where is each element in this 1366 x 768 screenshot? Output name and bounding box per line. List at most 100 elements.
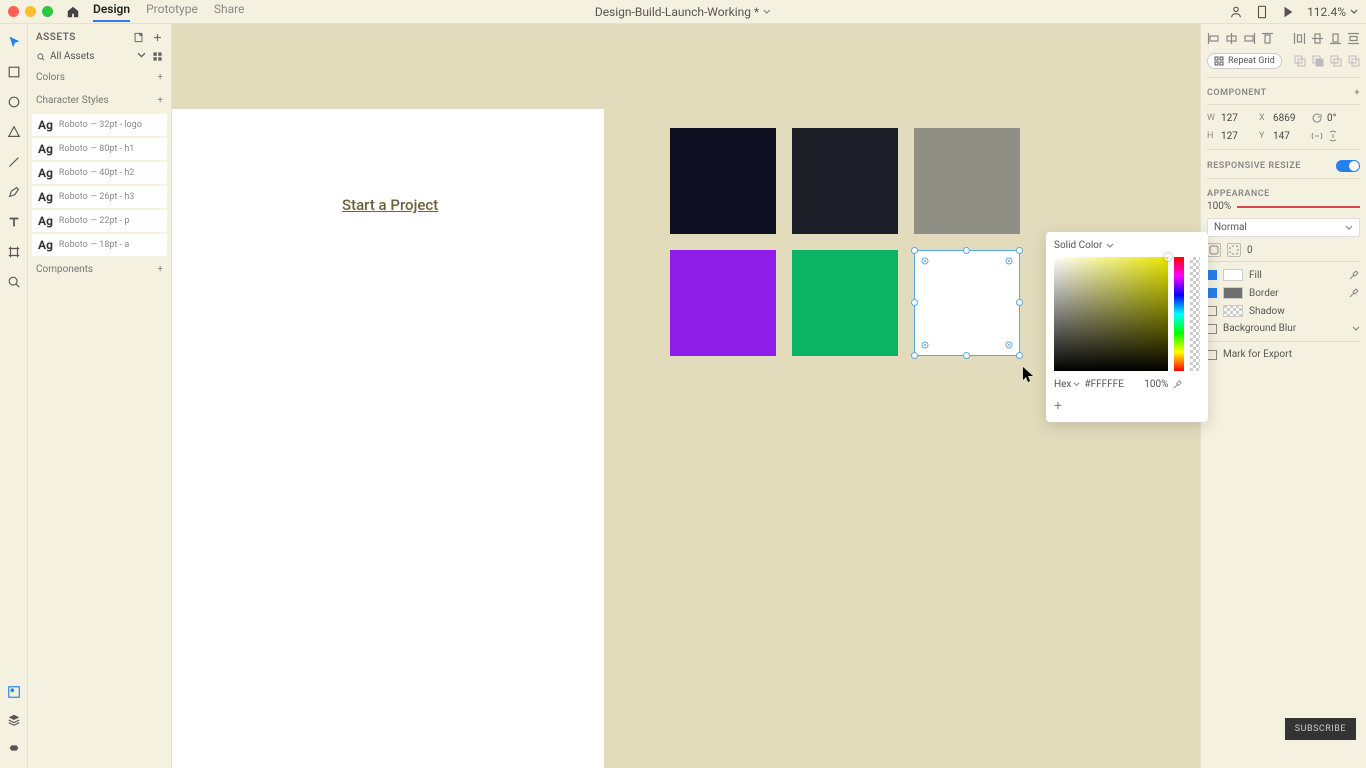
corner-handle-icon[interactable] [921, 341, 929, 349]
rotation-input[interactable]: 0° [1327, 113, 1347, 124]
eyedropper-icon[interactable] [1348, 269, 1360, 281]
alpha-input[interactable] [1138, 379, 1168, 390]
artboard-tool[interactable] [6, 244, 22, 260]
height-input[interactable]: 127 [1221, 131, 1255, 142]
hex-input[interactable] [1084, 379, 1134, 390]
asset-search[interactable] [28, 47, 171, 66]
eyedropper-icon[interactable] [1348, 287, 1360, 299]
add-component-icon[interactable]: + [1355, 88, 1360, 98]
color-picker-mode[interactable]: Solid Color [1054, 240, 1200, 251]
responsive-toggle[interactable] [1336, 160, 1360, 172]
maximize-window[interactable] [42, 6, 53, 17]
shadow-swatch[interactable] [1223, 305, 1243, 317]
pen-tool[interactable] [6, 184, 22, 200]
tab-prototype[interactable]: Prototype [146, 2, 198, 22]
y-input[interactable]: 147 [1273, 131, 1307, 142]
play-icon[interactable] [1281, 5, 1295, 19]
eyedropper-icon[interactable] [1172, 379, 1183, 390]
align-center-h-icon[interactable] [1225, 32, 1238, 45]
border-checkbox[interactable] [1207, 288, 1217, 298]
subtract-icon[interactable] [1312, 55, 1324, 67]
color-picker[interactable]: Solid Color Hex + [1046, 232, 1208, 422]
distribute-h-icon[interactable] [1293, 32, 1306, 45]
corner-radius-input[interactable]: 0 [1247, 245, 1253, 256]
home-icon[interactable] [65, 4, 81, 20]
color-swatch[interactable] [914, 128, 1020, 234]
repeat-grid-button[interactable]: Repeat Grid [1207, 53, 1282, 69]
fill-checkbox[interactable] [1207, 270, 1217, 280]
tab-design[interactable]: Design [93, 2, 130, 22]
selected-rectangle[interactable] [914, 250, 1020, 356]
chevron-down-icon[interactable] [1352, 325, 1360, 333]
ellipse-tool[interactable] [6, 94, 22, 110]
artboard-link-text[interactable]: Start a Project [342, 196, 438, 214]
shadow-checkbox[interactable] [1207, 306, 1217, 316]
grid-view-icon[interactable] [152, 51, 163, 62]
add-color-icon[interactable]: + [157, 72, 163, 83]
color-swatch[interactable] [792, 250, 898, 356]
user-icon[interactable] [1229, 5, 1243, 19]
fill-swatch[interactable] [1223, 269, 1243, 281]
plugins-panel-icon[interactable] [6, 740, 22, 756]
close-window[interactable] [8, 6, 19, 17]
border-swatch[interactable] [1223, 287, 1243, 299]
minimize-window[interactable] [25, 6, 36, 17]
color-swatch[interactable] [670, 250, 776, 356]
hue-slider[interactable] [1174, 257, 1184, 371]
select-tool[interactable] [6, 34, 22, 50]
add-swatch-button[interactable]: + [1054, 398, 1200, 414]
colors-section[interactable]: Colors + [28, 66, 171, 89]
document-title[interactable]: Design-Build-Launch-Working * [595, 5, 771, 19]
corner-handle-icon[interactable] [1005, 341, 1013, 349]
align-right-icon[interactable] [1243, 32, 1256, 45]
char-style-item[interactable]: AgRoboto — 22pt - p [32, 210, 167, 232]
intersect-icon[interactable] [1330, 55, 1342, 67]
char-style-item[interactable]: AgRoboto — 26pt - h3 [32, 186, 167, 208]
distribute-v-icon[interactable] [1347, 32, 1360, 45]
x-input[interactable]: 6869 [1273, 113, 1307, 124]
flip-h-icon[interactable] [1311, 130, 1323, 142]
char-style-item[interactable]: AgRoboto — 80pt - h1 [32, 138, 167, 160]
all-corners-icon[interactable] [1207, 243, 1221, 257]
polygon-tool[interactable] [6, 124, 22, 140]
flip-v-icon[interactable] [1327, 130, 1339, 142]
add-char-style-icon[interactable]: + [157, 95, 163, 106]
subscribe-button[interactable]: SUBSCRIBE [1285, 718, 1356, 740]
align-middle-icon[interactable] [1311, 32, 1324, 45]
device-preview-icon[interactable] [1255, 5, 1269, 19]
rotate-icon[interactable] [1311, 112, 1323, 124]
opacity-slider[interactable] [1237, 206, 1360, 208]
search-input[interactable] [50, 51, 120, 62]
line-tool[interactable] [6, 154, 22, 170]
add-asset-icon[interactable] [152, 32, 163, 43]
alpha-slider[interactable] [1190, 257, 1200, 371]
align-bottom-icon[interactable] [1329, 32, 1342, 45]
components-section[interactable]: Components + [28, 258, 171, 281]
hex-mode-select[interactable]: Hex [1054, 379, 1080, 390]
color-swatch[interactable] [670, 128, 776, 234]
document-assets-icon[interactable] [133, 32, 144, 43]
corner-handle-icon[interactable] [1005, 257, 1013, 265]
char-style-item[interactable]: AgRoboto — 40pt - h2 [32, 162, 167, 184]
blend-mode-select[interactable]: Normal [1207, 218, 1360, 237]
layers-panel-icon[interactable] [6, 712, 22, 728]
align-left-icon[interactable] [1207, 32, 1220, 45]
individual-corners-icon[interactable] [1227, 243, 1241, 257]
zoom-tool[interactable] [6, 274, 22, 290]
rectangle-tool[interactable] [6, 64, 22, 80]
opacity-value[interactable]: 100% [1207, 201, 1231, 212]
chevron-down-icon[interactable] [137, 51, 146, 60]
char-styles-section[interactable]: Character Styles + [28, 89, 171, 112]
corner-handle-icon[interactable] [921, 257, 929, 265]
exclude-icon[interactable] [1348, 55, 1360, 67]
char-style-item[interactable]: AgRoboto — 18pt - a [32, 234, 167, 256]
bgblur-checkbox[interactable] [1207, 324, 1217, 334]
zoom-control[interactable]: 112.4% [1307, 5, 1358, 19]
text-tool[interactable] [6, 214, 22, 230]
saturation-value-picker[interactable] [1054, 257, 1168, 371]
tab-share[interactable]: Share [214, 2, 245, 22]
union-icon[interactable] [1294, 55, 1306, 67]
width-input[interactable]: 127 [1221, 113, 1255, 124]
add-component-icon[interactable]: + [157, 264, 163, 275]
export-checkbox[interactable] [1207, 350, 1217, 360]
